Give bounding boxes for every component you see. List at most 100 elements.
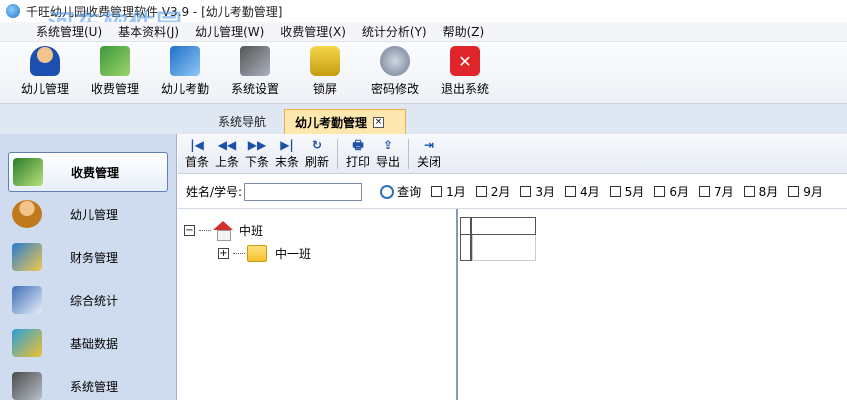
next-record-label: 下条 xyxy=(244,155,269,169)
month-checkbox-9[interactable]: 9月 xyxy=(788,183,823,200)
checkbox-icon[interactable] xyxy=(565,186,577,197)
sidebar-item-children[interactable]: 幼儿管理 xyxy=(8,194,168,234)
tab-system-navigation[interactable]: 系统导航 xyxy=(208,109,284,134)
next-icon: ▶▶ xyxy=(247,138,267,152)
window-title: 千旺幼儿园收费管理软件 V3.9 - [幼儿考勤管理] xyxy=(26,4,283,19)
tree-node-label: 中一班 xyxy=(275,247,312,261)
menu-basic-data[interactable]: 基本资料(J) xyxy=(110,23,187,40)
menu-child[interactable]: 幼儿管理(W) xyxy=(187,23,272,40)
settings-icon xyxy=(240,46,270,76)
month-checkbox-5[interactable]: 5月 xyxy=(609,183,644,200)
close-door-icon: ⇥ xyxy=(423,138,435,152)
close-button[interactable]: ⇥ 关闭 xyxy=(414,137,444,170)
checkbox-icon[interactable] xyxy=(431,186,443,197)
month-checkbox-3[interactable]: 3月 xyxy=(520,183,555,200)
month-checkbox-6[interactable]: 6月 xyxy=(654,183,689,200)
checkbox-icon[interactable] xyxy=(698,186,710,197)
sidebar-item-statistics[interactable]: 综合统计 xyxy=(8,280,168,320)
tree-node-middle-class[interactable]: − 中班 xyxy=(184,221,263,241)
month-checkbox-4[interactable]: 4月 xyxy=(565,183,600,200)
refresh-icon: ↻ xyxy=(311,138,323,152)
first-record-button[interactable]: |◀ 首条 xyxy=(182,137,212,170)
grid-cell[interactable] xyxy=(472,235,536,261)
exit-system-button[interactable]: ✕ 退出系统 xyxy=(430,43,500,103)
name-id-label: 姓名/学号: xyxy=(186,185,243,199)
export-label: 导出 xyxy=(375,155,400,169)
sidebar-item-system[interactable]: 系统管理 xyxy=(8,366,168,400)
month-checkbox-7[interactable]: 7月 xyxy=(698,183,734,200)
first-record-label: 首条 xyxy=(184,155,209,169)
month-checkbox-1[interactable]: 1月 xyxy=(431,183,466,200)
change-password-button[interactable]: 密码修改 xyxy=(360,43,430,103)
system-settings-button[interactable]: 系统设置 xyxy=(220,43,290,103)
last-icon: ▶| xyxy=(280,138,294,152)
menu-bar: 系统管理(U) 基本资料(J) 幼儿管理(W) 收费管理(X) 统计分析(Y) … xyxy=(0,22,847,42)
child-icon xyxy=(30,46,60,76)
toolbar-divider xyxy=(337,138,338,169)
checkbox-icon[interactable] xyxy=(609,186,621,197)
system-settings-label: 系统设置 xyxy=(230,82,279,96)
tree-connector xyxy=(233,253,245,254)
close-icon[interactable]: × xyxy=(373,116,385,128)
sidebar: 收费管理 幼儿管理 财务管理 综合统计 基础数据 系统管理 xyxy=(0,134,177,400)
lock-screen-label: 锁屏 xyxy=(312,82,337,96)
house-icon xyxy=(213,221,233,241)
month-checkbox-2[interactable]: 2月 xyxy=(475,183,511,200)
sidebar-item-base-data[interactable]: 基础数据 xyxy=(8,323,168,363)
print-button[interactable]: 🖶 打印 xyxy=(343,137,373,170)
attendance-label: 幼儿考勤 xyxy=(160,82,209,96)
month-label: 3月 xyxy=(535,185,556,199)
month-label: 2月 xyxy=(490,185,511,199)
lock-icon xyxy=(310,46,340,76)
refresh-button[interactable]: ↻ 刷新 xyxy=(302,137,332,170)
search-bar: 姓名/学号: 查询 1月 2月 3月 4月 5月 6月 7月 8月 9月 xyxy=(178,175,847,209)
class-tree: − 中班 + 中一班 xyxy=(178,209,458,400)
query-button[interactable]: 查询 xyxy=(380,183,421,200)
tab-strip: 系统导航 幼儿考勤管理 × xyxy=(0,104,847,134)
name-id-input[interactable] xyxy=(244,182,363,201)
next-record-button[interactable]: ▶▶ 下条 xyxy=(242,137,272,170)
previous-record-button[interactable]: ◀◀ 上条 xyxy=(212,137,242,170)
finance-icon xyxy=(12,243,42,271)
checkbox-icon[interactable] xyxy=(520,186,532,197)
checkbox-icon[interactable] xyxy=(475,186,487,197)
sidebar-item-fees[interactable]: 收费管理 xyxy=(8,152,168,192)
sidebar-item-label: 收费管理 xyxy=(71,165,120,180)
checkbox-icon[interactable] xyxy=(654,186,666,197)
previous-icon: ◀◀ xyxy=(217,138,237,152)
fee-management-button[interactable]: 收费管理 xyxy=(80,43,150,103)
child-management-label: 幼儿管理 xyxy=(20,82,69,96)
checkbox-icon[interactable] xyxy=(788,186,800,197)
money-icon xyxy=(100,46,130,76)
folder-icon xyxy=(247,245,267,262)
child-management-button[interactable]: 幼儿管理 xyxy=(10,43,80,103)
tab-attendance-management[interactable]: 幼儿考勤管理 × xyxy=(284,109,406,134)
close-label: 关闭 xyxy=(416,155,441,169)
menu-system[interactable]: 系统管理(U) xyxy=(28,23,110,40)
menu-help[interactable]: 帮助(Z) xyxy=(435,23,493,40)
attendance-button[interactable]: 幼儿考勤 xyxy=(150,43,220,103)
export-icon: ⇪ xyxy=(382,138,394,152)
export-button[interactable]: ⇪ 导出 xyxy=(373,137,403,170)
attendance-grid[interactable] xyxy=(460,209,847,400)
month-label: 4月 xyxy=(580,185,600,199)
sidebar-item-label: 幼儿管理 xyxy=(70,207,119,222)
menu-statistics[interactable]: 统计分析(Y) xyxy=(354,23,435,40)
last-record-button[interactable]: ▶| 末条 xyxy=(272,137,302,170)
checkbox-icon[interactable] xyxy=(743,186,755,197)
expand-icon[interactable]: + xyxy=(218,248,229,259)
collapse-icon[interactable]: − xyxy=(184,224,195,236)
tree-connector xyxy=(199,229,211,231)
month-checkbox-8[interactable]: 8月 xyxy=(743,183,778,200)
attendance-icon xyxy=(170,46,200,76)
menu-fees[interactable]: 收费管理(X) xyxy=(272,23,354,40)
sidebar-item-finance[interactable]: 财务管理 xyxy=(8,237,168,277)
query-label: 查询 xyxy=(397,185,422,199)
base-data-icon xyxy=(12,329,42,357)
statistics-icon xyxy=(12,286,42,314)
grid-header xyxy=(460,217,536,235)
lock-screen-button[interactable]: 锁屏 xyxy=(290,43,360,103)
tree-node-middle-class-one[interactable]: + 中一班 xyxy=(218,245,311,262)
tab-system-navigation-label: 系统导航 xyxy=(218,115,267,129)
print-label: 打印 xyxy=(345,155,370,169)
